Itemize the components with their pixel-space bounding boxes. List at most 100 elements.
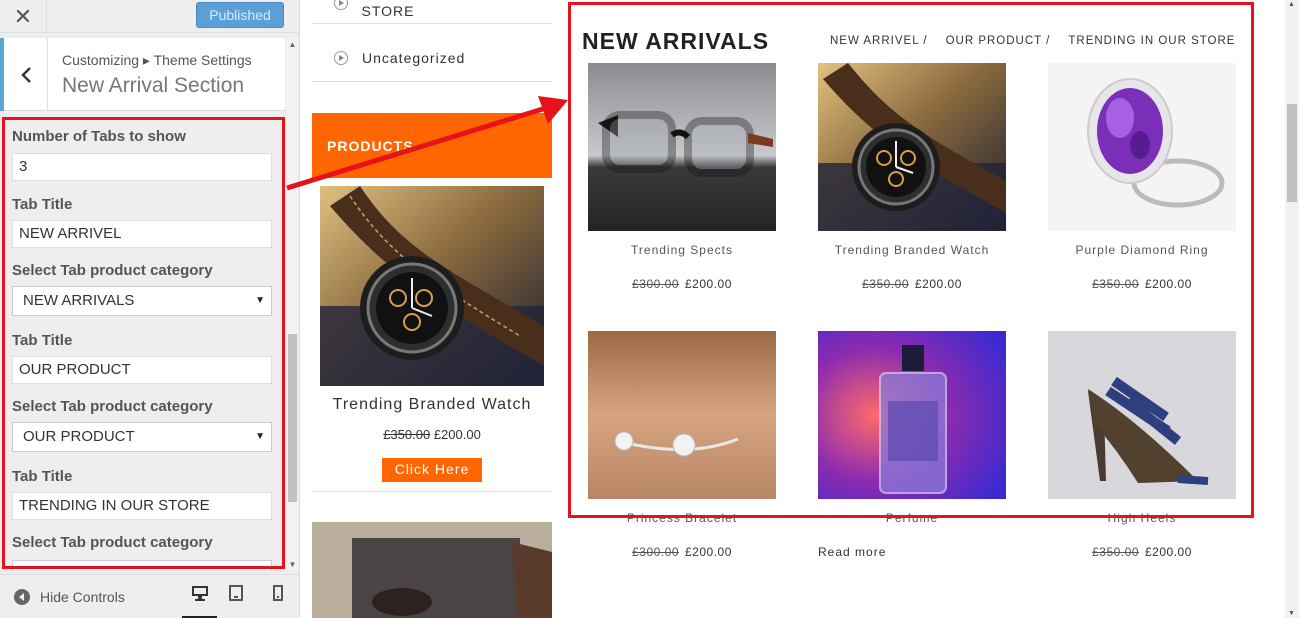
tab3-category-label: Select Tab product category: [12, 534, 213, 551]
read-more-link[interactable]: Read more: [818, 545, 886, 559]
tab2-category-select[interactable]: OUR PRODUCT ▼: [12, 422, 272, 452]
divider: [312, 491, 552, 492]
hide-controls-button[interactable]: Hide Controls: [14, 589, 125, 605]
breadcrumb: Customizing ▸ Theme Settings: [62, 52, 252, 68]
product-price: £300.00 £200.00: [588, 277, 776, 291]
tab2-category-value: OUR PRODUCT: [23, 428, 135, 445]
product-card: Princess Bracelet £300.00 £200.00: [588, 331, 776, 559]
dropdown-caret-icon: ▼: [255, 431, 265, 442]
product-name[interactable]: High Heels: [1048, 511, 1236, 525]
product-image-heels[interactable]: [1048, 331, 1236, 499]
product-image-shoe[interactable]: [312, 522, 552, 618]
product-price: £350.00 £200.00: [818, 277, 1006, 291]
old-price: £350.00: [1092, 277, 1139, 291]
tab2-title-input[interactable]: OUR PRODUCT: [12, 356, 272, 384]
scroll-down-arrow-icon[interactable]: ▼: [1288, 610, 1295, 617]
scroll-down-arrow-icon[interactable]: ▼: [287, 560, 298, 570]
desktop-preview-button[interactable]: [182, 585, 217, 618]
category-label: Uncategorized: [362, 49, 466, 66]
tab1-title-input[interactable]: NEW ARRIVEL: [12, 220, 272, 248]
product-card: Trending Branded Watch £350.00 £200.00: [818, 63, 1006, 291]
customizer-header: ✕ Published: [0, 0, 299, 33]
current-price: £200.00: [1145, 545, 1192, 559]
scroll-up-arrow-icon[interactable]: ▲: [287, 40, 298, 50]
scrollbar-thumb[interactable]: [1287, 104, 1297, 202]
desktop-icon: [191, 586, 208, 601]
sidebar-scrollbar[interactable]: ▲ ▼: [287, 38, 298, 570]
product-name[interactable]: Trending Spects: [588, 243, 776, 257]
back-button[interactable]: [0, 38, 48, 111]
tab2-category-label: Select Tab product category: [12, 398, 213, 415]
old-price: £350.00: [1092, 545, 1139, 559]
customizer-window: ✕ Published Customizing ▸ Theme Settings…: [0, 0, 1299, 618]
current-price: £200.00: [1145, 277, 1192, 291]
click-here-button[interactable]: Click Here: [382, 458, 482, 482]
scroll-up-arrow-icon[interactable]: ▲: [1288, 1, 1295, 8]
product-widget-card: Trending Branded Watch £350.00 £200.00 C…: [320, 186, 544, 482]
customizer-footer: Hide Controls: [0, 574, 299, 618]
category-item[interactable]: Uncategorized: [312, 34, 552, 82]
dropdown-caret-icon: ▼: [255, 295, 265, 306]
section-controls: Number of Tabs to show 3 Tab Title NEW A…: [0, 116, 285, 570]
new-arrivals-title: NEW ARRIVALS: [582, 28, 770, 54]
category-item[interactable]: TRENDING IN OUR STORE: [312, 0, 552, 24]
product-card: High Heels £350.00 £200.00: [1048, 331, 1236, 559]
old-price: £350.00: [383, 427, 431, 442]
tab-new-arrivel[interactable]: NEW ARRIVEL /: [830, 35, 928, 47]
hide-controls-label: Hide Controls: [40, 589, 125, 605]
customizer-sidebar: ✕ Published Customizing ▸ Theme Settings…: [0, 0, 300, 618]
collapse-arrow-icon: [14, 589, 30, 605]
mobile-preview-button[interactable]: [264, 585, 292, 618]
products-widget-title: PRODUCTS: [312, 113, 552, 178]
new-arrivals-tabs: NEW ARRIVEL / OUR PRODUCT / TRENDING IN …: [830, 35, 1235, 47]
product-image-watch[interactable]: [320, 186, 544, 386]
tab-our-product[interactable]: OUR PRODUCT /: [946, 35, 1051, 47]
close-icon: ✕: [13, 3, 33, 29]
publish-button[interactable]: Published: [196, 2, 284, 28]
tab2-title-label: Tab Title: [12, 332, 73, 349]
product-image-bracelet[interactable]: [588, 331, 776, 499]
product-image-ring[interactable]: [1048, 63, 1236, 231]
chevron-left-icon: [20, 66, 31, 83]
current-price: £200.00: [433, 427, 481, 442]
preview-scrollbar[interactable]: ▲ ▼: [1285, 0, 1299, 618]
product-price: £300.00 £200.00: [588, 545, 776, 559]
product-price: £350.00 £200.00: [1048, 277, 1236, 291]
current-price: £200.00: [685, 545, 732, 559]
product-name[interactable]: Trending Branded Watch: [818, 243, 1006, 257]
tab1-category-value: NEW ARRIVALS: [23, 292, 135, 309]
section-header: Customizing ▸ Theme Settings New Arrival…: [0, 38, 285, 111]
section-title: New Arrival Section: [62, 74, 245, 97]
product-card: Purple Diamond Ring £350.00 £200.00: [1048, 63, 1236, 291]
num-tabs-input[interactable]: 3: [12, 153, 272, 181]
tablet-preview-button[interactable]: [222, 585, 250, 618]
product-name[interactable]: Perfume: [818, 511, 1006, 525]
product-name[interactable]: Princess Bracelet: [588, 511, 776, 525]
site-preview: TRENDING IN OUR STORE Uncategorized PROD…: [300, 0, 1299, 618]
product-card: Perfume Read more: [818, 331, 1006, 559]
num-tabs-label: Number of Tabs to show: [12, 128, 186, 145]
tab1-category-select[interactable]: NEW ARRIVALS ▼: [12, 286, 272, 316]
product-image-watch[interactable]: [818, 63, 1006, 231]
product-name[interactable]: Trending Branded Watch: [320, 396, 544, 414]
old-price: £350.00: [862, 277, 909, 291]
play-circle-icon: [334, 0, 348, 10]
product-image-perfume[interactable]: [818, 331, 1006, 499]
tablet-icon: [229, 585, 243, 601]
tab3-title-input[interactable]: TRENDING IN OUR STORE: [12, 492, 272, 520]
product-price: £350.00 £200.00: [1048, 545, 1236, 559]
current-price: £200.00: [685, 277, 732, 291]
old-price: £300.00: [632, 277, 679, 291]
close-button[interactable]: ✕: [0, 0, 47, 33]
mobile-icon: [273, 585, 283, 601]
tab3-category-select[interactable]: [12, 560, 272, 570]
scrollbar-thumb[interactable]: [288, 334, 297, 502]
product-image-glasses[interactable]: [588, 63, 776, 231]
tab1-title-label: Tab Title: [12, 196, 73, 213]
play-circle-icon: [334, 50, 348, 65]
tab-trending-in-our-store[interactable]: TRENDING IN OUR STORE: [1068, 35, 1235, 47]
product-name[interactable]: Purple Diamond Ring: [1048, 243, 1236, 257]
tab3-title-label: Tab Title: [12, 468, 73, 485]
product-card: Trending Spects £300.00 £200.00: [588, 63, 776, 291]
old-price: £300.00: [632, 545, 679, 559]
